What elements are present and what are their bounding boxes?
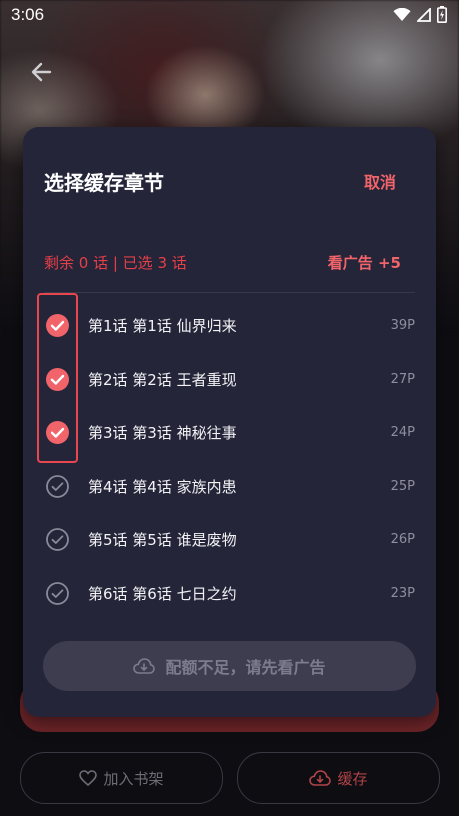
chapter-title: 第4话 第4话 家族内患 [88,477,237,496]
status-time: 3:06 [11,5,45,24]
chapter-pages: 24P [390,425,415,441]
chapter-title: 第6话 第6话 七日之约 [88,584,237,603]
chapter-row[interactable]: 第5话 第5话 谁是废物 26P [23,513,436,567]
signal-icon [417,7,431,22]
watch-ad-button[interactable]: 看广告 +5 [328,252,401,273]
chapter-title: 第2话 第2话 王者重现 [88,370,237,389]
unchecked-circle-icon[interactable] [45,474,70,499]
chapter-row[interactable]: 第2话 第2话 王者重现 27P [23,353,436,407]
chapter-title: 第5话 第5话 谁是废物 [88,531,237,550]
cache-label: 缓存 [337,769,368,788]
quota-insufficient-label: 配额不足，请先看广告 [165,658,326,677]
status-icons [393,6,447,23]
quota-status: 剩余 0 话 | 已选 3 话 [44,254,187,272]
heart-icon [79,770,98,786]
chapter-row[interactable]: 第6话 第6话 七日之约 23P [23,567,436,621]
chapter-row[interactable]: 第4话 第4话 家族内患 25P [23,460,436,514]
chapter-pages: 27P [390,371,415,387]
divider [44,292,415,293]
chapter-row[interactable]: 第1话 第1话 仙界归来 39P [23,299,436,353]
chapter-pages: 25P [390,478,415,494]
chapter-list: 第1话 第1话 仙界归来 39P 第2话 第2话 王者重现 27P 第3话 第3… [23,299,436,620]
status-bar: 3:06 [0,0,459,32]
unchecked-circle-icon[interactable] [45,581,70,606]
cloud-download-icon [309,770,332,786]
selection-highlight-box [37,293,78,463]
wifi-icon [393,7,411,21]
add-to-shelf-button[interactable]: 加入书架 [20,752,223,804]
chapter-pages: 23P [390,585,415,601]
quota-insufficient-button[interactable]: 配额不足，请先看广告 [43,641,416,691]
unchecked-circle-icon[interactable] [45,527,70,552]
chapter-row[interactable]: 第3话 第3话 神秘往事 24P [23,406,436,460]
arrow-left-icon [31,62,52,82]
dialog-title: 选择缓存章节 [44,171,164,195]
add-to-shelf-label: 加入书架 [103,769,164,788]
cache-chapter-dialog: 选择缓存章节 取消 剩余 0 话 | 已选 3 话 看广告 +5 第1话 第1话… [23,127,436,717]
cloud-download-icon [133,658,156,674]
chapter-title: 第3话 第3话 神秘往事 [88,424,237,443]
cache-button[interactable]: 缓存 [237,752,440,804]
chapter-pages: 26P [390,532,415,548]
chapter-title: 第1话 第1话 仙界归来 [88,317,237,336]
chapter-pages: 39P [390,318,415,334]
cancel-button[interactable]: 取消 [364,169,396,193]
battery-icon [437,6,447,23]
back-button[interactable] [28,58,56,86]
